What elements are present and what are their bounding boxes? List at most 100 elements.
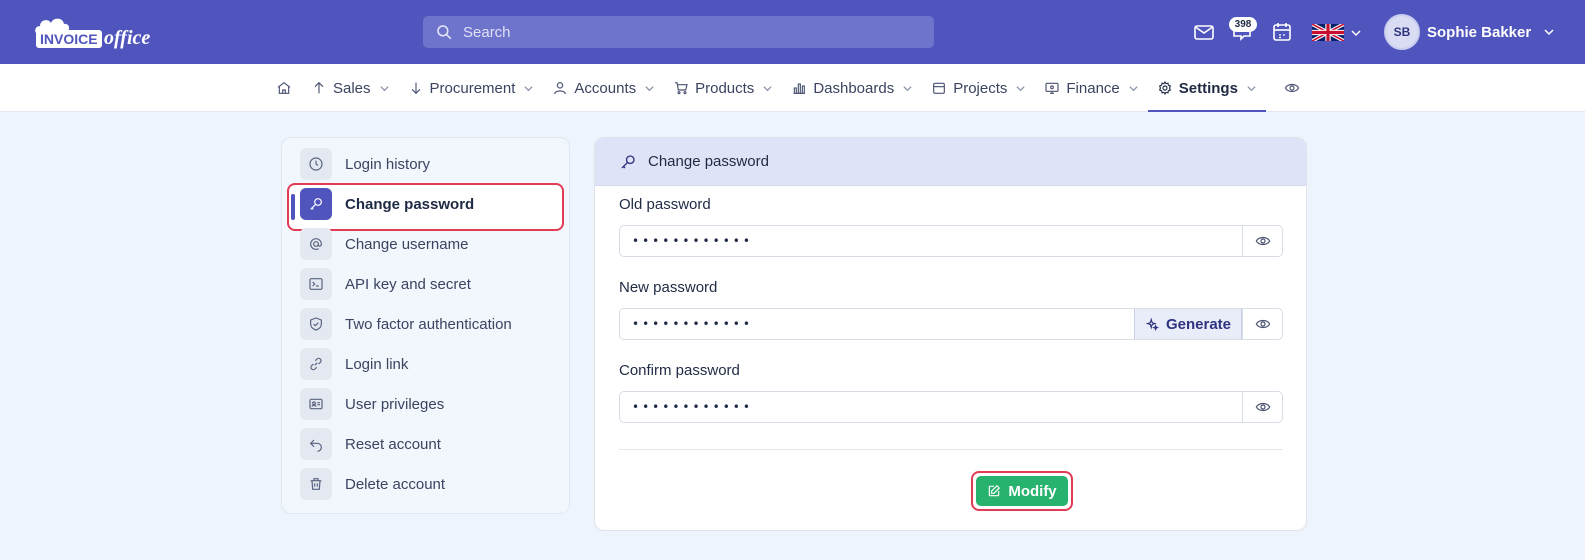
link-icon: [310, 357, 322, 371]
sidebar-item-login-history[interactable]: Login history: [300, 147, 560, 181]
nav-label: Products: [695, 79, 755, 97]
calendar-icon: [933, 82, 946, 94]
modify-button[interactable]: Modify: [976, 476, 1068, 506]
show-old-password-button[interactable]: [1242, 226, 1282, 256]
chevron-down-icon: [524, 85, 534, 91]
chevron-down-icon: [763, 85, 772, 91]
generate-label: Generate: [1165, 315, 1232, 333]
new-password-field[interactable]: Generate: [619, 308, 1283, 340]
avatar[interactable]: SB: [1384, 14, 1420, 50]
gear-icon: [1158, 80, 1171, 96]
sidebar-item-label: Two factor authentication: [345, 315, 512, 333]
eye-icon: [1284, 83, 1300, 93]
sidebar-item-change-password[interactable]: Change password: [300, 187, 560, 221]
panel-title: Change password: [648, 153, 769, 170]
sidebar-item-user-privileges[interactable]: User privileges: [300, 387, 560, 421]
uk-flag-icon[interactable]: [1312, 24, 1344, 41]
sidebar-item-two-factor[interactable]: Two factor authentication: [300, 307, 560, 341]
undo-icon: [309, 439, 322, 452]
show-confirm-password-button[interactable]: [1242, 392, 1282, 422]
monitor-icon: [1045, 82, 1059, 94]
sidebar-item-login-link[interactable]: Login link: [300, 347, 560, 381]
sidebar-item-label: Reset account: [345, 435, 441, 453]
modify-button-highlight: Modify: [971, 471, 1073, 511]
nav-label: Finance: [1066, 79, 1120, 97]
form-divider: [619, 449, 1283, 450]
nav-label: Procurement: [429, 79, 516, 97]
svg-text:office: office: [104, 27, 150, 49]
nav-products[interactable]: Products: [664, 64, 782, 112]
edit-icon: [989, 484, 1001, 497]
user-menu[interactable]: SB Sophie Bakker: [1384, 14, 1555, 50]
nav-label: Dashboards: [813, 79, 895, 97]
chevron-down-icon: [1016, 85, 1026, 91]
panel-header: Change password: [595, 138, 1306, 186]
nav-label: Sales: [333, 79, 371, 97]
old-password-field[interactable]: [619, 225, 1283, 257]
chevron-down-icon: [645, 85, 654, 91]
nav-home[interactable]: [274, 64, 302, 112]
nav-finance[interactable]: Finance: [1035, 64, 1147, 112]
sidebar-item-label: Change password: [345, 195, 475, 213]
sidebar-item-label: Login history: [345, 155, 431, 173]
nav-visibility[interactable]: [1266, 64, 1309, 112]
nav-label: Accounts: [574, 79, 637, 97]
eye-icon: [1255, 402, 1270, 412]
nav-projects[interactable]: Projects: [922, 64, 1035, 112]
shield-icon: [310, 317, 322, 331]
user-chevron-down-icon[interactable]: [1543, 26, 1555, 38]
terminal-icon: [309, 278, 323, 290]
chevron-down-icon: [379, 85, 389, 91]
confirm-password-input[interactable]: [632, 392, 782, 422]
sidebar-item-label: Login link: [345, 355, 409, 373]
nav-accounts[interactable]: Accounts: [543, 64, 664, 112]
nav-label: Settings: [1178, 79, 1238, 97]
eye-icon: [1255, 319, 1270, 329]
nav-procurement[interactable]: Procurement: [399, 64, 544, 112]
language-chevron-down-icon[interactable]: [1350, 27, 1362, 39]
generate-password-button[interactable]: Generate: [1134, 309, 1242, 339]
calendar-icon[interactable]: [1270, 20, 1294, 44]
sidebar-item-api-key[interactable]: API key and secret: [300, 267, 560, 301]
arrow-down-icon: [411, 82, 420, 95]
mail-icon[interactable]: [1192, 20, 1216, 44]
eye-icon: [1255, 236, 1270, 246]
sidebar-item-label: User privileges: [345, 395, 445, 413]
nav-sales[interactable]: Sales: [302, 64, 399, 112]
sidebar-item-reset-account[interactable]: Reset account: [300, 427, 560, 461]
main-nav: Sales Procurement Accounts Products Dash…: [0, 64, 1585, 112]
confirm-password-field[interactable]: [619, 391, 1283, 423]
chevron-down-icon: [1129, 85, 1138, 91]
search-icon: [437, 25, 452, 40]
id-card-icon: [309, 398, 323, 410]
at-sign-icon: [310, 238, 322, 250]
show-new-password-button[interactable]: [1242, 309, 1282, 339]
sidebar-item-label: Change username: [345, 235, 469, 253]
modify-label: Modify: [1008, 482, 1057, 500]
nav-label: Projects: [953, 79, 1008, 97]
clock-icon: [309, 157, 323, 171]
active-item-indicator: [291, 194, 295, 220]
svg-text:INVOICE: INVOICE: [40, 31, 98, 47]
chevron-down-icon: [903, 85, 912, 91]
cart-icon: [675, 82, 688, 95]
nav-dashboards[interactable]: Dashboards: [782, 64, 922, 112]
change-password-panel: Change password Old password New passwor…: [594, 137, 1307, 531]
old-password-input[interactable]: [632, 226, 782, 256]
sidebar-item-label: API key and secret: [345, 275, 471, 293]
trash-icon: [310, 478, 322, 490]
search-bar[interactable]: [423, 16, 934, 48]
new-password-label: New password: [619, 279, 718, 296]
chevron-down-icon: [1247, 85, 1256, 91]
user-name[interactable]: Sophie Bakker: [1427, 24, 1531, 41]
new-password-input[interactable]: [632, 309, 782, 339]
top-bar: INVOICE office 398 SB Sophie Bakker: [0, 0, 1585, 64]
search-input[interactable]: [463, 16, 923, 48]
sidebar-item-change-username[interactable]: Change username: [300, 227, 560, 261]
key-icon: [310, 198, 322, 210]
key-icon: [621, 155, 635, 169]
nav-settings[interactable]: Settings: [1147, 64, 1267, 112]
invoiceoffice-logo[interactable]: INVOICE office: [32, 12, 177, 52]
sidebar-item-delete-account[interactable]: Delete account: [300, 467, 560, 501]
sidebar-item-label: Delete account: [345, 475, 446, 493]
